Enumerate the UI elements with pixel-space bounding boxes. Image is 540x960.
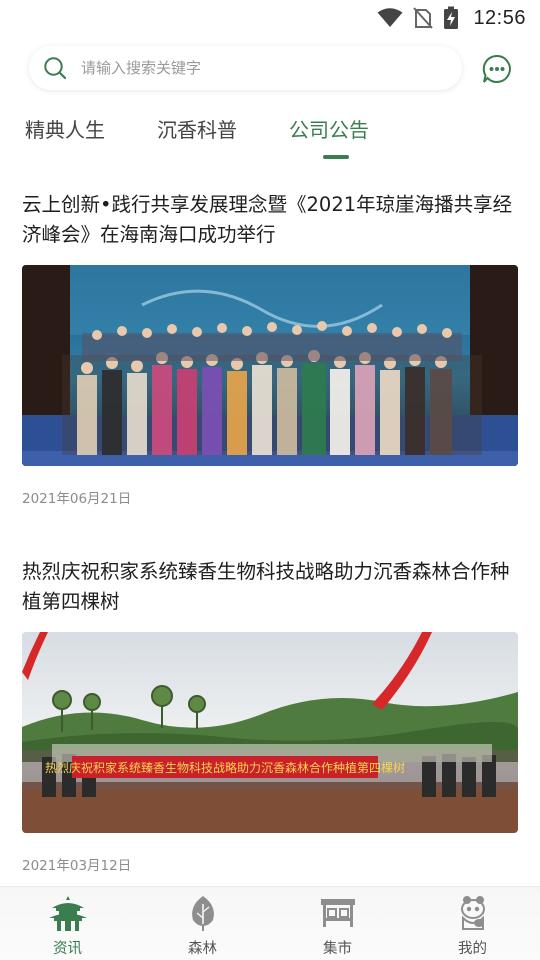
search-input[interactable]: [81, 46, 451, 90]
banner-text: 热烈庆祝积家系统臻香生物科技战略助力沉香森林合作种植第四棵树: [45, 760, 405, 775]
active-tab-indicator: [323, 155, 349, 159]
chat-bubble-icon[interactable]: [481, 53, 513, 85]
news-photo-summit-group[interactable]: [22, 265, 518, 466]
nav-item-market[interactable]: 集市: [270, 887, 405, 960]
nav-item-news[interactable]: 资讯: [0, 887, 135, 960]
nav-label-forest: 森林: [188, 941, 217, 957]
news-photo-tree-planting[interactable]: 热烈庆祝积家系统臻香生物科技战略助力沉香森林合作种植第四棵树: [22, 632, 518, 833]
status-bar: 12:56: [0, 0, 540, 36]
news-title[interactable]: 云上创新•践行共享发展理念暨《2021年琼崖海播共享经济峰会》在海南海口成功举行: [22, 190, 518, 250]
search-icon: [43, 56, 67, 80]
pagoda-icon: [48, 894, 88, 932]
search-box[interactable]: [29, 46, 462, 90]
news-title[interactable]: 热烈庆祝积家系统臻香生物科技战略助力沉香森林合作种植第四棵树: [22, 557, 518, 617]
nav-label-news: 资讯: [53, 941, 82, 957]
nav-item-forest[interactable]: 森林: [135, 887, 270, 960]
wifi-icon: [377, 8, 403, 28]
nav-label-market: 集市: [323, 941, 352, 957]
news-date: 2021年06月21日: [22, 491, 132, 507]
panda-icon: [453, 894, 493, 932]
app-screen: 12:56 精典人生 沉香科普 公司公告: [0, 0, 540, 960]
search-row: [0, 46, 540, 92]
news-date: 2021年03月12日: [22, 858, 132, 874]
tab-chenxiang-kepu[interactable]: 沉香科普: [157, 110, 237, 150]
no-sim-icon: [413, 7, 434, 29]
tree-leaf-icon: [183, 894, 223, 932]
bottom-nav: 资讯 森林 集市 我的: [0, 886, 540, 960]
tab-company-notice[interactable]: 公司公告: [289, 110, 369, 150]
battery-charging-icon: [443, 6, 459, 30]
category-tabs: 精典人生 沉香科普 公司公告: [0, 110, 540, 162]
status-time: 12:56: [473, 6, 526, 29]
nav-label-me: 我的: [458, 941, 487, 957]
market-stall-icon: [318, 894, 358, 932]
nav-item-me[interactable]: 我的: [405, 887, 540, 960]
tab-jingdian-rensheng[interactable]: 精典人生: [25, 110, 105, 150]
